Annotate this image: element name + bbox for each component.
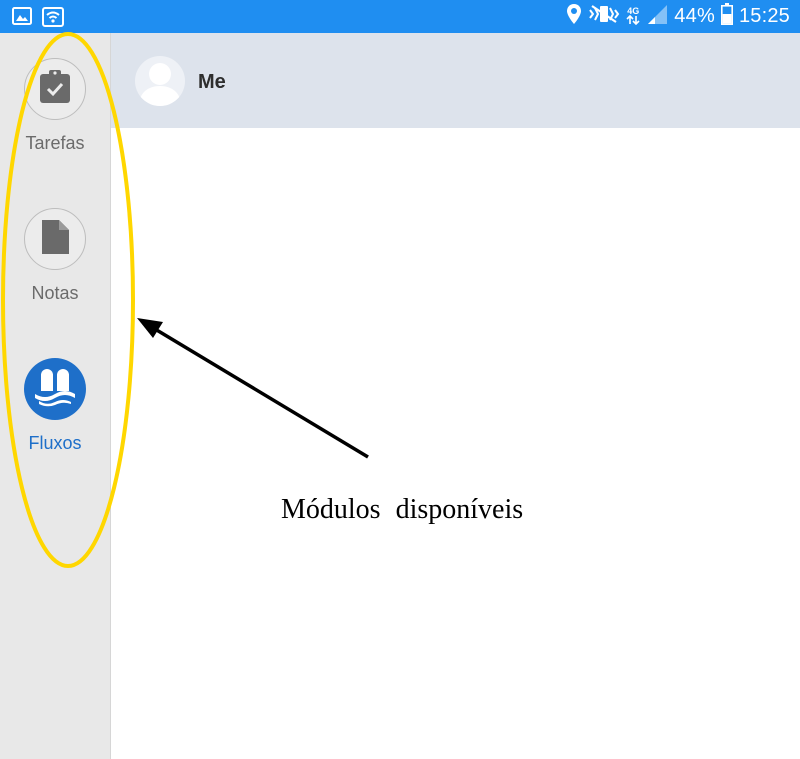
avatar[interactable] [135, 56, 185, 106]
battery-icon [720, 3, 733, 30]
vibrate-icon [588, 4, 620, 29]
data-arrows-icon: 4G [626, 7, 640, 26]
flows-icon [33, 367, 77, 412]
status-bar: 4G 44% 15:25 [0, 0, 800, 33]
module-notas[interactable]: Notas [0, 208, 110, 304]
location-icon [566, 3, 582, 30]
module-notas-circle[interactable] [24, 208, 86, 270]
battery-percent: 44% [674, 5, 715, 27]
profile-header: Me [111, 33, 800, 128]
module-label: Fluxos [28, 433, 82, 453]
arrow-head-icon [137, 318, 163, 338]
module-label: Notas [31, 283, 79, 303]
module-fluxos-circle[interactable] [24, 358, 86, 420]
gallery-icon [12, 7, 32, 30]
clipboard-check-icon [39, 69, 71, 109]
note-icon [40, 219, 70, 260]
module-label: Tarefas [25, 133, 85, 153]
module-sidebar: Tarefas Notas Fluxos [0, 33, 111, 759]
clock: 15:25 [738, 5, 790, 27]
module-tarefas-circle[interactable] [24, 58, 86, 120]
module-fluxos[interactable]: Fluxos [0, 358, 110, 454]
annotation-arrow-line [149, 324, 369, 459]
annotation-caption: Módulos disponíveis [281, 494, 524, 525]
wifi-icon [42, 7, 64, 32]
module-tarefas[interactable]: Tarefas [0, 58, 110, 154]
user-avatar-icon [139, 63, 181, 106]
user-name: Me [198, 71, 226, 93]
signal-icon [646, 3, 668, 30]
